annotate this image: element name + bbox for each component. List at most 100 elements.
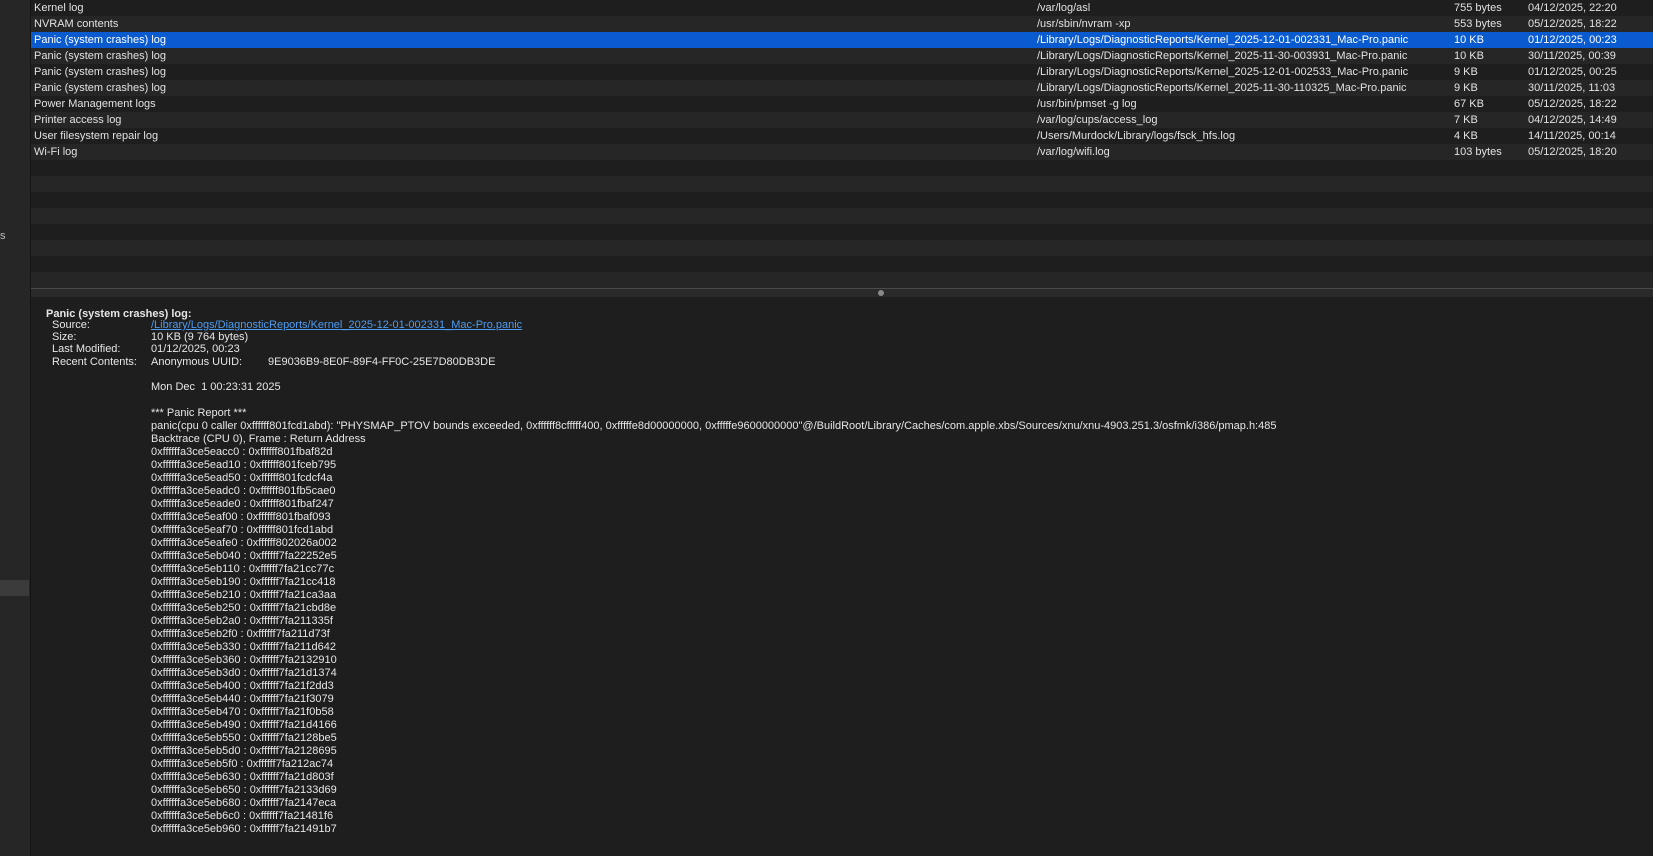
empty-table-row xyxy=(31,208,1653,224)
table-row[interactable]: Panic (system crashes) log/Library/Logs/… xyxy=(31,32,1653,48)
log-path-cell: /var/log/wifi.log xyxy=(1037,146,1110,158)
table-row[interactable]: Power Management logs/usr/bin/pmset -g l… xyxy=(31,96,1653,112)
uuid-value: 9E9036B9-8E0F-89F4-FF0C-25E7D80DB3DE xyxy=(268,356,496,368)
backtrace-line: 0xffffffa3ce5eacc0 : 0xffffff801fbaf82d xyxy=(151,446,333,458)
backtrace-line: 0xffffffa3ce5eb5f0 : 0xffffff7fa212ac74 xyxy=(151,758,334,770)
backtrace-line: 0xffffffa3ce5eb960 : 0xffffff7fa21491b7 xyxy=(151,823,337,835)
log-size-cell: 10 KB xyxy=(1454,50,1484,62)
log-size-cell: 67 KB xyxy=(1454,98,1484,110)
log-date-cell: 01/12/2025, 00:25 xyxy=(1528,66,1617,78)
table-row[interactable]: Wi-Fi log/var/log/wifi.log 103 bytes 05/12… xyxy=(31,144,1653,160)
log-path-cell: /Library/Logs/DiagnosticReports/Kernel_2… xyxy=(1037,50,1408,62)
log-name-cell: NVRAM contents xyxy=(34,18,119,30)
empty-table-row xyxy=(31,224,1653,240)
sidebar-text-fragment: s xyxy=(0,230,6,242)
log-size-cell: 10 KB xyxy=(1454,34,1484,46)
log-size-cell: 9 KB xyxy=(1454,82,1478,94)
sidebar: s xyxy=(0,0,31,856)
log-path-cell: /usr/bin/pmset -g log xyxy=(1037,98,1137,110)
log-date-cell: 05/12/2025, 18:22 xyxy=(1528,18,1617,30)
recent-contents-label: Recent Contents: xyxy=(52,356,137,368)
log-path-cell: /var/log/cups/access_log xyxy=(1037,114,1158,126)
sidebar-selected-item[interactable] xyxy=(0,580,29,596)
backtrace-line: 0xffffffa3ce5eb330 : 0xffffff7fa211d642 xyxy=(151,641,336,653)
backtrace-line: 0xffffffa3ce5eb2f0 : 0xffffff7fa211d73f xyxy=(151,628,330,640)
empty-table-row xyxy=(31,176,1653,192)
log-name-cell: Kernel log xyxy=(34,2,84,14)
log-path-cell: /Library/Logs/DiagnosticReports/Kernel_2… xyxy=(1037,34,1409,46)
backtrace-line: 0xffffffa3ce5eb250 : 0xffffff7fa21cbd8e xyxy=(151,602,337,614)
log-name-cell: User filesystem repair log xyxy=(34,130,159,142)
table-row[interactable]: Panic (system crashes) log/Library/Logs/… xyxy=(31,48,1653,64)
backtrace-line: 0xffffffa3ce5eaf70 : 0xffffff801fcd1abd xyxy=(151,524,334,536)
empty-table-row xyxy=(31,240,1653,256)
backtrace-line: 0xffffffa3ce5eb190 : 0xffffff7fa21cc418 xyxy=(151,576,336,588)
table-row[interactable]: Panic (system crashes) log/Library/Logs/… xyxy=(31,64,1653,80)
backtrace-line: 0xffffffa3ce5eb5d0 : 0xffffff7fa2128695 xyxy=(151,745,337,757)
log-name-cell: Printer access log xyxy=(34,114,122,126)
backtrace-line: 0xffffffa3ce5eb400 : 0xffffff7fa21f2dd3 xyxy=(151,680,334,692)
backtrace-line: 0xffffffa3ce5eb210 : 0xffffff7fa21ca3aa xyxy=(151,589,337,601)
backtrace-line: 0xffffffa3ce5eaf00 : 0xffffff801fbaf093 xyxy=(151,511,331,523)
backtrace-header: Backtrace (CPU 0), Frame : Return Addres… xyxy=(151,433,366,445)
uuid-label: Anonymous UUID: xyxy=(151,356,243,368)
backtrace-line: 0xffffffa3ce5eb680 : 0xffffff7fa2147eca xyxy=(151,797,337,809)
log-date-cell: 30/11/2025, 11:03 xyxy=(1528,82,1616,94)
backtrace-line: 0xffffffa3ce5eb470 : 0xffffff7fa21f0b58 xyxy=(151,706,334,718)
log-size-cell: 103 bytes xyxy=(1454,146,1502,158)
backtrace-line: 0xffffffa3ce5eb110 : 0xffffff7fa21cc77c xyxy=(151,563,335,575)
table-row[interactable]: Panic (system crashes) log/Library/Logs/… xyxy=(31,80,1653,96)
backtrace-line: 0xffffffa3ce5eb630 : 0xffffff7fa21d803f xyxy=(151,771,334,783)
log-date-cell: 04/12/2025, 14:49 xyxy=(1528,114,1617,126)
backtrace-line: 0xffffffa3ce5eb360 : 0xffffff7fa2132910 xyxy=(151,654,337,666)
empty-table-row xyxy=(31,256,1653,272)
log-name-cell: Wi-Fi log xyxy=(34,146,78,158)
log-path-cell: /Users/Murdock/Library/logs/fsck_hfs.log xyxy=(1037,130,1236,142)
backtrace-line: 0xffffffa3ce5eafe0 : 0xffffff802026a002 xyxy=(151,537,337,549)
backtrace-line: 0xffffffa3ce5eb650 : 0xffffff7fa2133d69 xyxy=(151,784,337,796)
backtrace-line: 0xffffffa3ce5eade0 : 0xffffff801fbaf247 xyxy=(151,498,334,510)
panic-message-line: panic(cpu 0 caller 0xffffff801fcd1abd): … xyxy=(151,420,1277,432)
log-path-cell: /var/log/asl xyxy=(1037,2,1091,14)
table-row[interactable]: Kernel log/var/log/asl 755 bytes 04/12/202… xyxy=(31,0,1653,16)
backtrace-line: 0xffffffa3ce5eb3d0 : 0xffffff7fa21d1374 xyxy=(151,667,337,679)
log-name-cell: Power Management logs xyxy=(34,98,156,110)
log-path-cell: /usr/sbin/nvram -xp xyxy=(1037,18,1131,30)
log-list-table: Kernel log/var/log/asl 755 bytes 04/12/202… xyxy=(31,0,1653,288)
table-row[interactable]: NVRAM contents/usr/sbin/nvram -xp 553 byt… xyxy=(31,16,1653,32)
empty-table-row xyxy=(31,192,1653,208)
table-row[interactable]: User filesystem repair log/Users/Murdock… xyxy=(31,128,1653,144)
log-name-cell: Panic (system crashes) log xyxy=(34,82,167,94)
log-date-cell: 05/12/2025, 18:22 xyxy=(1528,98,1617,110)
modified-value: 01/12/2025, 00:23 xyxy=(151,343,240,355)
backtrace-line: 0xffffffa3ce5eadc0 : 0xffffff801fb5cae0 xyxy=(151,485,336,497)
detail-pane: Panic (system crashes) log: Source: /Lib… xyxy=(31,297,1653,856)
log-name-cell: Panic (system crashes) log xyxy=(34,66,167,78)
log-size-cell: 7 KB xyxy=(1454,114,1478,126)
backtrace-line: 0xffffffa3ce5eb490 : 0xffffff7fa21d4166 xyxy=(151,719,337,731)
log-size-cell: 553 bytes xyxy=(1454,18,1502,30)
panic-date-line: Mon Dec 1 00:23:31 2025 xyxy=(151,381,281,393)
empty-table-row xyxy=(31,272,1653,288)
modified-label: Last Modified: xyxy=(52,343,121,355)
log-date-cell: 04/12/2025, 22:20 xyxy=(1528,2,1617,14)
log-path-cell: /Library/Logs/DiagnosticReports/Kernel_2… xyxy=(1037,66,1409,78)
table-row[interactable]: Printer access log/var/log/cups/access_l… xyxy=(31,112,1653,128)
backtrace-line: 0xffffffa3ce5eb6c0 : 0xffffff7fa21481f6 xyxy=(151,810,334,822)
panic-report-header: *** Panic Report *** xyxy=(151,407,247,419)
backtrace-line: 0xffffffa3ce5eb040 : 0xffffff7fa22252e5 xyxy=(151,550,337,562)
log-size-cell: 9 KB xyxy=(1454,66,1478,78)
log-size-cell: 755 bytes xyxy=(1454,2,1502,14)
log-path-cell: /Library/Logs/DiagnosticReports/Kernel_2… xyxy=(1037,82,1407,94)
log-size-cell: 4 KB xyxy=(1454,130,1478,142)
empty-table-row xyxy=(31,160,1653,176)
backtrace-list: 0xffffffa3ce5eacc0 : 0xffffff801fbaf82d 0… xyxy=(151,446,337,836)
log-date-cell: 05/12/2025, 18:20 xyxy=(1528,146,1617,158)
log-name-cell: Panic (system crashes) log xyxy=(34,50,167,62)
backtrace-line: 0xffffffa3ce5eb440 : 0xffffff7fa21f3079 xyxy=(151,693,334,705)
log-date-cell: 14/11/2025, 00:14 xyxy=(1528,130,1616,142)
backtrace-line: 0xffffffa3ce5ead50 : 0xffffff801fcdcf4a xyxy=(151,472,333,484)
log-date-cell: 30/11/2025, 00:39 xyxy=(1528,50,1616,62)
splitter-handle-icon[interactable] xyxy=(878,290,884,296)
backtrace-line: 0xffffffa3ce5eb2a0 : 0xffffff7fa211335f xyxy=(151,615,333,627)
